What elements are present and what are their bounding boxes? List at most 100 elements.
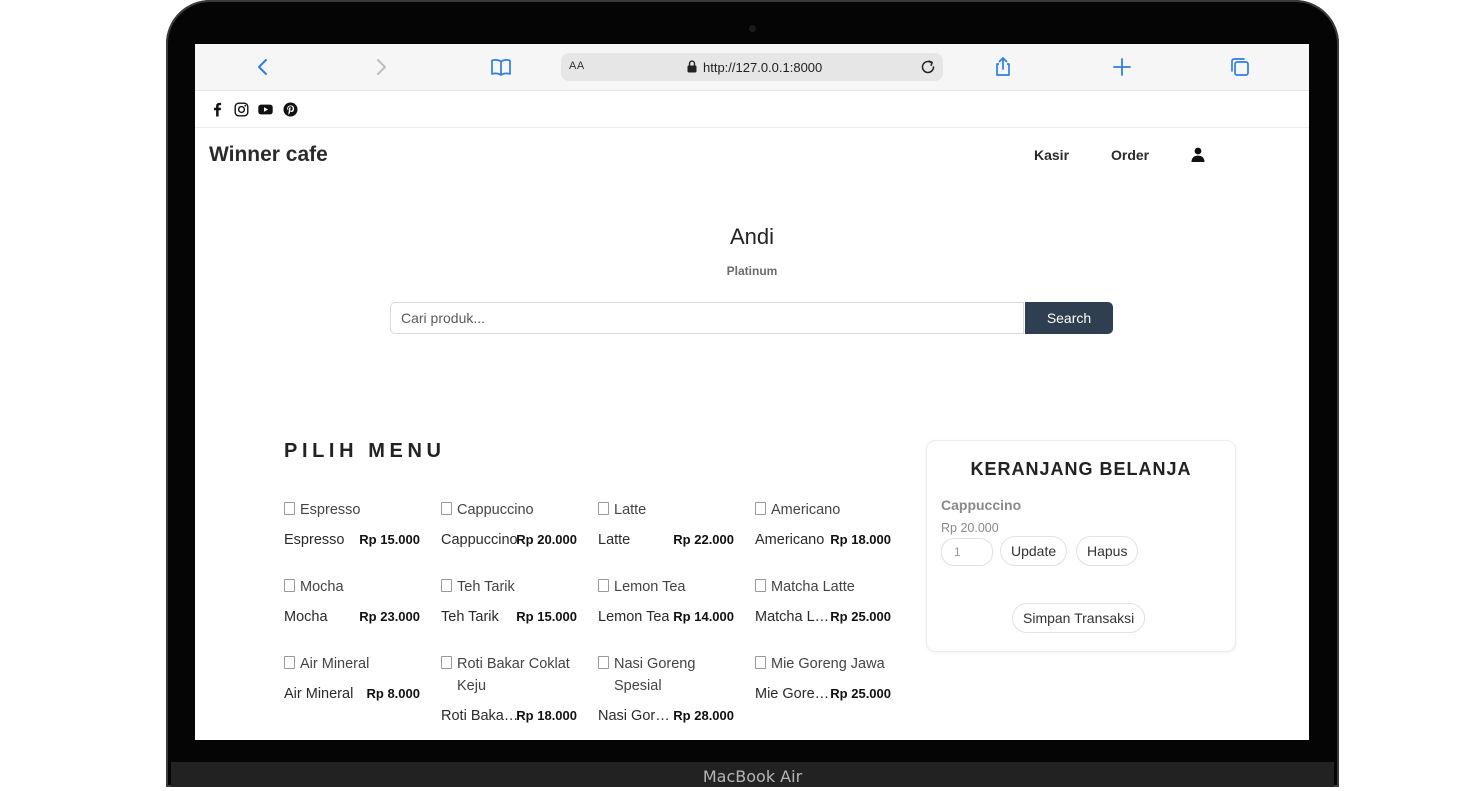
- product-card[interactable]: Americano Americano Rp 18.000: [755, 498, 897, 554]
- camera: [749, 25, 756, 32]
- broken-image-icon: [284, 656, 295, 669]
- product-image: Americano: [755, 499, 897, 521]
- address-bar[interactable]: AA http://127.0.0.1:8000: [561, 53, 943, 81]
- product-name: Mie Goreng Jawa: [755, 686, 833, 702]
- product-price: Rp 8.000: [366, 686, 420, 701]
- product-image: Air Mineral: [284, 653, 426, 675]
- cart-panel: KERANJANG BELANJA Cappuccino Rp 20.000 U…: [926, 440, 1236, 652]
- product-price: Rp 18.000: [516, 708, 577, 723]
- new-tab-icon[interactable]: [1110, 55, 1134, 79]
- cart-item-name: Cappuccino: [941, 497, 1022, 513]
- product-name: Latte: [598, 532, 631, 548]
- product-image-alt: Roti Bakar Coklat Keju: [457, 656, 570, 694]
- product-image: Lemon Tea: [598, 576, 740, 598]
- customer-name: Andi: [729, 224, 775, 249]
- product-price: Rp 22.000: [673, 532, 734, 547]
- broken-image-icon: [755, 579, 766, 592]
- product-price: Rp 15.000: [516, 609, 577, 624]
- broken-image-icon: [441, 502, 452, 515]
- laptop-bottom-bezel: MacBook Air: [171, 762, 1334, 787]
- brand-logo[interactable]: Winner cafe: [209, 143, 328, 167]
- search-input[interactable]: [390, 302, 1024, 334]
- broken-image-icon: [441, 579, 452, 592]
- back-icon[interactable]: [251, 55, 275, 79]
- nav-link-kasir[interactable]: Kasir: [1034, 147, 1069, 163]
- product-price: Rp 25.000: [830, 609, 891, 624]
- save-transaction-button[interactable]: Simpan Transaksi: [1012, 603, 1146, 633]
- broken-image-icon: [598, 502, 609, 515]
- product-price: Rp 20.000: [516, 532, 577, 547]
- product-price: Rp 14.000: [673, 609, 734, 624]
- product-name: Teh Tarik: [441, 609, 499, 625]
- product-image-alt: Espresso: [300, 502, 361, 518]
- membership-tier: Platinum: [726, 264, 778, 278]
- product-card[interactable]: Roti Bakar Coklat Keju Roti Bakar Coklat…: [441, 652, 583, 730]
- broken-image-icon: [441, 656, 452, 669]
- product-price: Rp 18.000: [830, 532, 891, 547]
- instagram-icon[interactable]: [234, 102, 249, 117]
- browser-toolbar: AA http://127.0.0.1:8000: [195, 44, 1309, 91]
- product-grid: Espresso Espresso Rp 15.000 Cappuccino Ca…: [284, 498, 904, 740]
- product-card[interactable]: Air Mineral Air Mineral Rp 8.000: [284, 652, 426, 708]
- tabs-icon[interactable]: [1228, 55, 1252, 79]
- product-price: Rp 15.000: [359, 532, 420, 547]
- broken-image-icon: [284, 579, 295, 592]
- product-card[interactable]: Matcha Latte Matcha Latte Rp 25.000: [755, 575, 897, 631]
- product-image-alt: Latte: [614, 502, 647, 518]
- product-price: Rp 23.000: [359, 609, 420, 624]
- product-card[interactable]: Espresso Espresso Rp 15.000: [284, 498, 426, 554]
- product-card[interactable]: Cappuccino Cappuccino Rp 20.000: [441, 498, 583, 554]
- product-name: Matcha Latte: [755, 609, 833, 625]
- product-name: Nasi Goreng Spesial: [598, 708, 676, 724]
- product-name: Cappuccino: [441, 532, 518, 548]
- update-button[interactable]: Update: [1000, 536, 1068, 566]
- product-name: Air Mineral: [284, 686, 354, 702]
- browser-screen: AA http://127.0.0.1:8000 Winner cafe Kas…: [195, 44, 1309, 740]
- remove-button[interactable]: Hapus: [1076, 536, 1139, 566]
- product-card[interactable]: Latte Latte Rp 22.000: [598, 498, 740, 554]
- product-name: Lemon Tea: [598, 609, 670, 625]
- product-price: Rp 25.000: [830, 686, 891, 701]
- product-name: Roti Bakar Coklat Keju: [441, 708, 519, 724]
- product-image: Mie Goreng Jawa: [755, 653, 897, 675]
- product-card[interactable]: Lemon Tea Lemon Tea Rp 14.000: [598, 575, 740, 631]
- search-button[interactable]: Search: [1025, 302, 1113, 334]
- product-image-alt: Air Mineral: [300, 656, 370, 672]
- product-card[interactable]: Nasi Goreng Spesial Nasi Goreng SpesialR…: [598, 652, 740, 730]
- share-icon[interactable]: [991, 55, 1015, 79]
- product-name: Americano: [755, 532, 825, 548]
- bookmarks-icon[interactable]: [489, 55, 513, 79]
- cart-item-price: Rp 20.000: [941, 521, 999, 535]
- text-size-button[interactable]: AA: [569, 60, 585, 72]
- product-price: Rp 28.000: [673, 708, 734, 723]
- product-card[interactable]: Mie Goreng Jawa Mie Goreng JawaRp 25.000: [755, 652, 897, 708]
- product-image: Latte: [598, 499, 740, 521]
- product-image-alt: Lemon Tea: [614, 579, 686, 595]
- broken-image-icon: [755, 656, 766, 669]
- product-image: Mocha: [284, 576, 426, 598]
- pinterest-icon[interactable]: [283, 102, 298, 117]
- product-image-alt: Matcha Latte: [771, 579, 855, 595]
- reload-icon[interactable]: [919, 58, 937, 76]
- product-image: Nasi Goreng Spesial: [598, 653, 740, 697]
- forward-icon[interactable]: [369, 55, 393, 79]
- product-image: Cappuccino: [441, 499, 583, 521]
- social-bar: [195, 91, 1309, 128]
- product-image-alt: Cappuccino: [457, 502, 534, 518]
- product-name: Espresso: [284, 532, 345, 548]
- broken-image-icon: [755, 502, 766, 515]
- product-image-alt: Mocha: [300, 579, 344, 595]
- product-image: Roti Bakar Coklat Keju: [441, 653, 583, 697]
- cart-title: KERANJANG BELANJA: [970, 459, 1192, 479]
- user-icon[interactable]: [1191, 147, 1205, 162]
- product-image: Espresso: [284, 499, 426, 521]
- quantity-input[interactable]: [941, 538, 993, 566]
- url-text: http://127.0.0.1:8000: [703, 60, 823, 75]
- lock-icon: [687, 60, 697, 73]
- facebook-icon[interactable]: [210, 102, 225, 117]
- product-name: Mocha: [284, 609, 328, 625]
- product-card[interactable]: Mocha Mocha Rp 23.000: [284, 575, 426, 631]
- nav-link-order[interactable]: Order: [1111, 147, 1149, 163]
- product-card[interactable]: Teh Tarik Teh Tarik Rp 15.000: [441, 575, 583, 631]
- youtube-icon[interactable]: [258, 102, 273, 117]
